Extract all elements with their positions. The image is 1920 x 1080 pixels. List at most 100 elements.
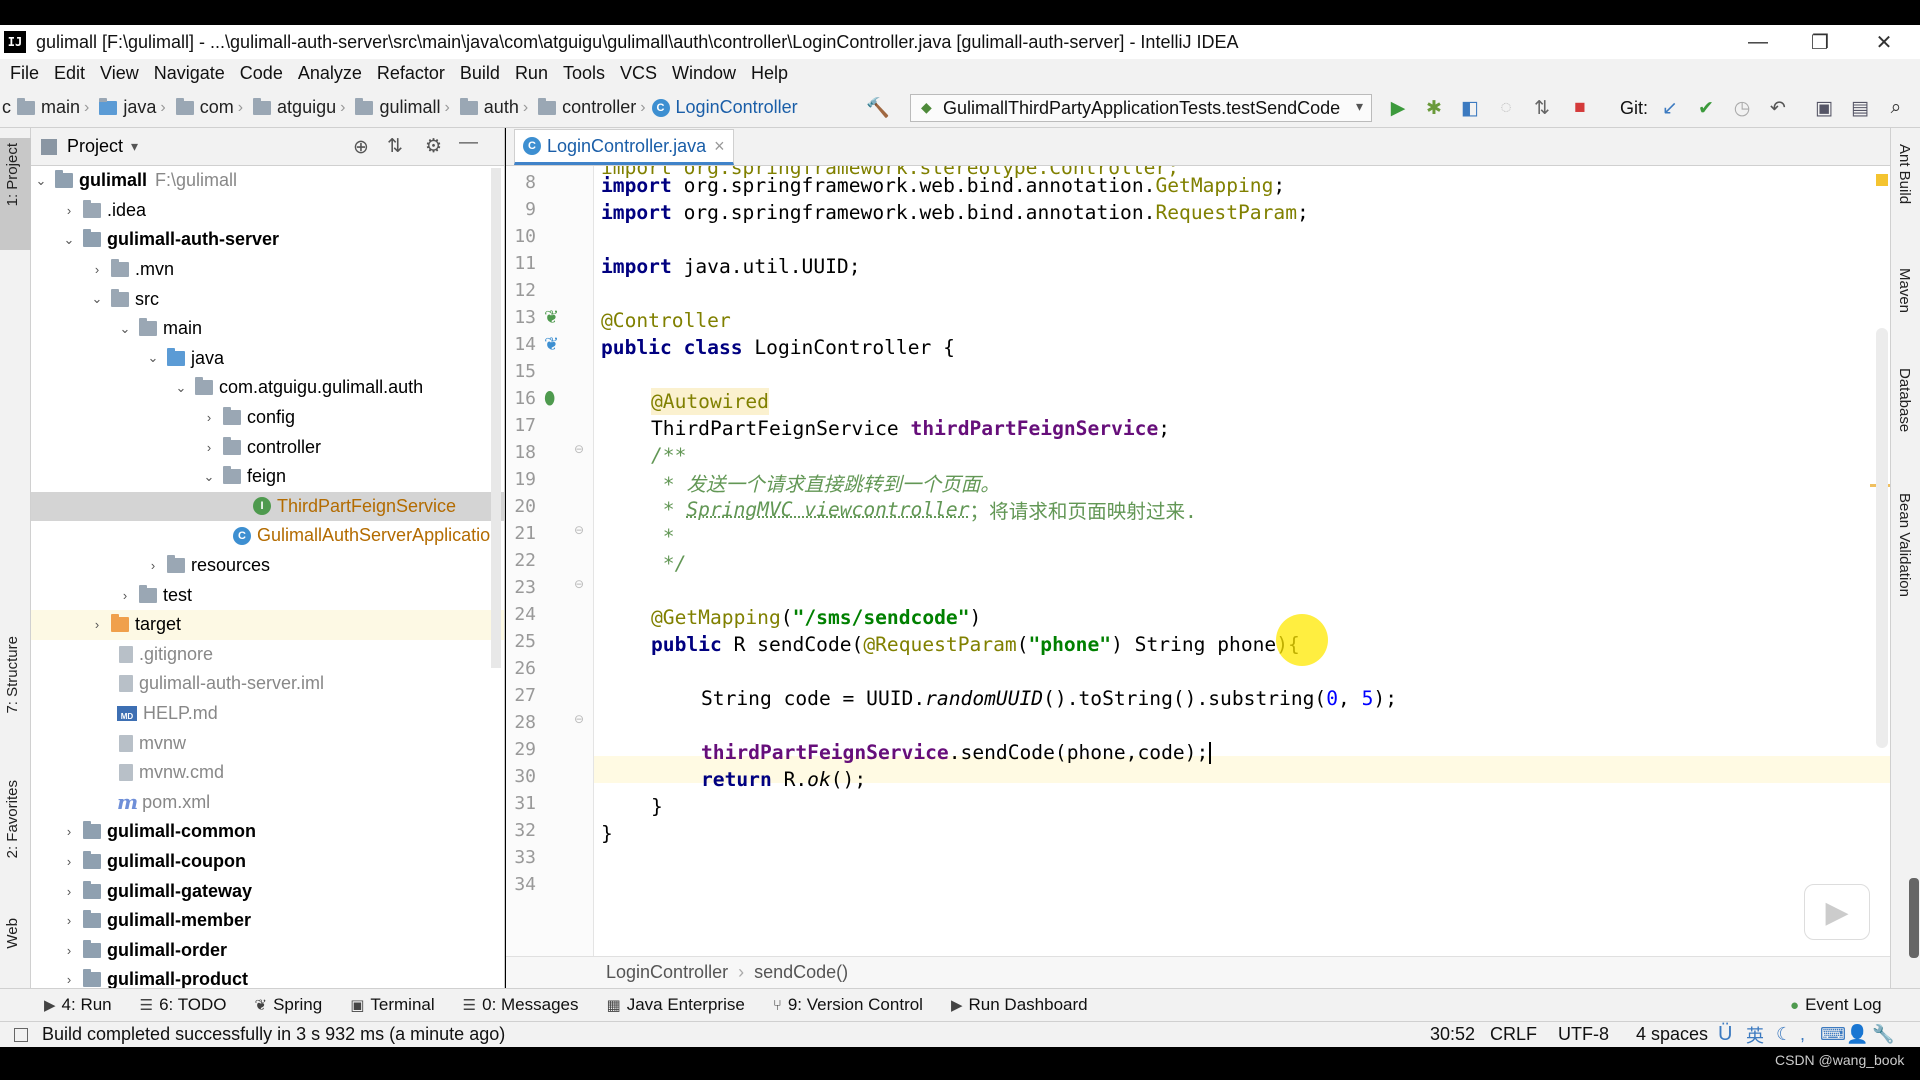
scroll-handle[interactable] <box>1909 878 1919 958</box>
chevron-right-icon[interactable]: › <box>61 824 77 839</box>
tree-item[interactable]: › test <box>31 580 504 610</box>
tree-scrollbar[interactable] <box>491 168 501 668</box>
debug-icon[interactable]: ✱ <box>1422 96 1446 120</box>
tree-item[interactable]: › gulimall-member <box>31 906 504 936</box>
menu-navigate[interactable]: Navigate <box>154 63 225 84</box>
tree-item[interactable]: › gulimall-coupon <box>31 847 504 877</box>
tool-run-dashboard[interactable]: ▶ Run Dashboard <box>951 995 1088 1015</box>
git-commit-icon[interactable]: ✔ <box>1694 96 1718 120</box>
chevron-right-icon[interactable]: › <box>61 854 77 869</box>
project-structure-icon[interactable]: ▣ <box>1812 96 1836 120</box>
tool-web[interactable]: Web <box>4 918 21 949</box>
fold-marker-icon[interactable]: ⊖ <box>574 523 584 537</box>
indent-setting[interactable]: 4 spaces <box>1636 1024 1708 1045</box>
ime-language[interactable]: 英 <box>1746 1022 1764 1048</box>
line-separator[interactable]: CRLF <box>1490 1024 1537 1045</box>
tool-java-enterprise[interactable]: ▦ Java Enterprise <box>607 995 745 1015</box>
tree-item[interactable]: gulimall-auth-server.iml <box>31 669 504 699</box>
breadcrumb-main[interactable]: main › <box>13 97 93 118</box>
spring-bean-gutter-icon[interactable]: ❦ <box>544 307 559 328</box>
chevron-right-icon[interactable]: › <box>145 558 161 573</box>
search-everywhere-icon[interactable]: ⌕ <box>1884 96 1908 120</box>
menu-edit[interactable]: Edit <box>54 63 85 84</box>
fold-marker-icon[interactable]: ⊖ <box>574 577 584 591</box>
menu-run[interactable]: Run <box>515 63 548 84</box>
chevron-down-icon[interactable]: ▾ <box>131 138 138 155</box>
chevron-down-icon[interactable]: ⌄ <box>173 380 189 396</box>
git-rollback-icon[interactable]: ↶ <box>1766 96 1790 120</box>
menu-build[interactable]: Build <box>460 63 500 84</box>
tree-item[interactable]: ⌄ main <box>31 314 504 344</box>
chevron-right-icon[interactable]: › <box>89 617 105 632</box>
project-view-title[interactable]: Project <box>67 136 123 157</box>
tree-item[interactable]: ⌄ com.atguigu.gulimall.auth <box>31 373 504 403</box>
chevron-down-icon[interactable]: ⌄ <box>61 232 77 248</box>
menu-refactor[interactable]: Refactor <box>377 63 445 84</box>
menu-code[interactable]: Code <box>240 63 283 84</box>
autowired-gutter-icon[interactable]: ⬮ <box>544 388 555 409</box>
tree-item-selected[interactable]: I ThirdPartFeignService <box>31 491 504 522</box>
profile-icon[interactable]: ◌ <box>1494 96 1518 120</box>
tool-ant-build[interactable]: Ant Build <box>1896 144 1913 204</box>
tool-database[interactable]: Database <box>1896 368 1913 432</box>
editor-scrollbar[interactable] <box>1876 328 1888 748</box>
tree-item[interactable]: mvnw <box>31 728 504 758</box>
tool-messages[interactable]: ☰ 0: Messages <box>463 995 579 1015</box>
warning-marker-icon[interactable] <box>1876 174 1888 186</box>
spring-bean-gutter-icon[interactable]: ❦ <box>544 334 559 355</box>
build-hammer-icon[interactable]: 🔨 <box>866 96 890 120</box>
chevron-right-icon[interactable]: › <box>61 972 77 987</box>
tree-item[interactable]: › gulimall-gateway <box>31 876 504 906</box>
tree-item[interactable]: › gulimall-product <box>31 965 504 988</box>
tool-terminal[interactable]: ▣ Terminal <box>350 995 434 1015</box>
breadcrumb-auth[interactable]: auth › <box>456 97 532 118</box>
tree-item[interactable]: › resources <box>31 551 504 581</box>
tool-maven[interactable]: Maven <box>1896 268 1913 313</box>
caret-position[interactable]: 30:52 <box>1430 1024 1475 1045</box>
chevron-right-icon[interactable]: › <box>201 440 217 455</box>
chevron-right-icon[interactable]: › <box>117 588 133 603</box>
menu-analyze[interactable]: Analyze <box>298 63 362 84</box>
tree-item[interactable]: ⌄ feign <box>31 462 504 492</box>
chevron-right-icon[interactable]: › <box>61 884 77 899</box>
tree-item[interactable]: › .mvn <box>31 255 504 285</box>
git-history-icon[interactable]: ◷ <box>1730 96 1754 120</box>
breadcrumb-c[interactable]: c <box>2 97 11 118</box>
tool-event-log[interactable]: ● Event Log <box>1790 995 1882 1015</box>
moon-icon[interactable]: ☾ <box>1776 1024 1792 1045</box>
menu-window[interactable]: Window <box>672 63 736 84</box>
keyboard-icon[interactable]: ⌨ <box>1820 1024 1846 1045</box>
user-icon[interactable]: 👤 <box>1846 1024 1868 1045</box>
tree-item[interactable]: ⌄ gulimall F:\gulimall <box>31 166 504 196</box>
chevron-down-icon[interactable]: ⌄ <box>145 350 161 366</box>
run-configuration-select[interactable]: ◆ GulimallThirdPartyApplicationTests.tes… <box>910 94 1372 122</box>
tool-bean-validation[interactable]: Bean Validation <box>1896 493 1913 597</box>
tree-item[interactable]: MD HELP.md <box>31 699 504 729</box>
tool-favorites[interactable]: 2: Favorites <box>4 780 21 858</box>
chevron-right-icon[interactable]: › <box>61 943 77 958</box>
menu-tools[interactable]: Tools <box>563 63 605 84</box>
comma-icon[interactable]: , <box>1800 1024 1805 1045</box>
editor-crumb-method[interactable]: sendCode() <box>754 962 848 983</box>
breadcrumb-atguigu[interactable]: atguigu › <box>249 97 349 118</box>
menu-view[interactable]: View <box>100 63 139 84</box>
attach-debugger-icon[interactable]: ⇅ <box>1530 96 1554 120</box>
tool-run[interactable]: ▶ 4: Run <box>44 995 112 1015</box>
fold-marker-icon[interactable]: ⊖ <box>574 442 584 456</box>
minimize-button[interactable]: — <box>1728 25 1788 59</box>
locate-target-icon[interactable]: ⊕ <box>353 136 369 159</box>
close-button[interactable]: ✕ <box>1854 25 1914 59</box>
tool-version-control[interactable]: ⑂ 9: Version Control <box>773 995 923 1015</box>
menu-file[interactable]: File <box>10 63 39 84</box>
chevron-down-icon[interactable]: ⌄ <box>201 469 217 485</box>
gear-icon[interactable]: ⚙ <box>425 135 442 158</box>
coverage-icon[interactable]: ◧ <box>1458 96 1482 120</box>
hide-toolbars-icon[interactable] <box>14 1027 28 1042</box>
chevron-right-icon[interactable]: › <box>201 410 217 425</box>
chevron-down-icon[interactable]: ⌄ <box>33 173 49 189</box>
editor-crumb-class[interactable]: LoginController <box>606 962 728 983</box>
tree-item[interactable]: mvnw.cmd <box>31 758 504 788</box>
tree-item[interactable]: ⌄ gulimall-auth-server <box>31 225 504 255</box>
tree-item[interactable]: › .idea <box>31 196 504 226</box>
close-tab-icon[interactable]: × <box>714 136 725 157</box>
